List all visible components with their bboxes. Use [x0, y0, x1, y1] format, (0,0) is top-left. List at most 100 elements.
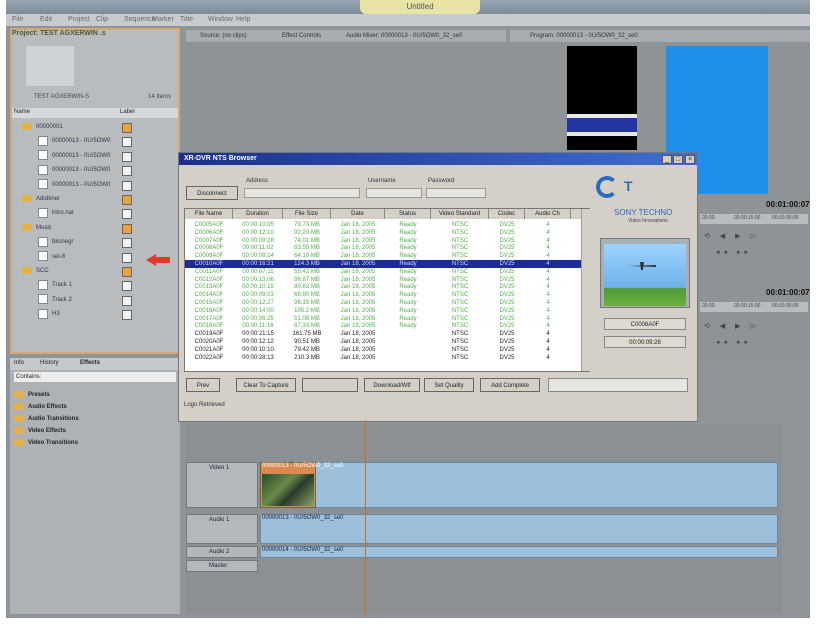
transport-controls[interactable]: ⟲ ◀ ▶ ▷ [704, 232, 760, 240]
project-item[interactable]: Music [12, 221, 178, 235]
effects-folder[interactable]: Presets [14, 390, 50, 401]
project-item[interactable]: 00000013 - 0U/5OW0 [12, 149, 178, 163]
address-field[interactable] [244, 188, 360, 198]
disconnect-button[interactable]: Disconnect [186, 186, 238, 200]
label-color-swatch[interactable] [122, 252, 132, 263]
label-color-swatch[interactable] [122, 223, 132, 234]
playhead[interactable] [365, 420, 366, 616]
prev-button[interactable]: Prev [186, 378, 220, 392]
maximize-button[interactable]: □ [673, 155, 683, 164]
column-label[interactable]: Label [120, 109, 135, 115]
project-item[interactable]: Track 2 [12, 293, 178, 307]
download-button[interactable]: Download/Wtf [364, 378, 420, 392]
set-quality-button[interactable]: Set Quality [424, 378, 474, 392]
tab-history[interactable]: History [40, 360, 59, 366]
track-head-video-1[interactable]: Video 1 [186, 462, 258, 508]
blank-button[interactable] [302, 378, 358, 392]
table-row[interactable]: C0005A0F 00:00:10:05 79.73 MB Jan 18, 2005 R… [185, 221, 581, 229]
track-head-master[interactable]: Master [186, 560, 258, 572]
label-color-swatch[interactable] [122, 137, 132, 148]
column-header[interactable]: Date [331, 209, 385, 219]
menu-item[interactable]: Project [68, 15, 90, 25]
tab-effects[interactable]: Effects [80, 360, 100, 366]
label-color-swatch[interactable] [122, 180, 132, 191]
column-header[interactable]: Status [385, 209, 431, 219]
effects-folder[interactable]: Audio Effects [14, 402, 67, 413]
table-scrollbar[interactable] [581, 209, 590, 371]
minimize-button[interactable]: _ [662, 155, 672, 164]
label-color-swatch[interactable] [122, 209, 132, 220]
effects-search-input[interactable]: Contains: [14, 372, 176, 382]
table-row[interactable]: C0006A0F 00:00:12:10 92.20 MB Jan 18, 2005 R… [185, 229, 581, 237]
menu-item[interactable]: Title [180, 15, 193, 25]
track-head-audio-1[interactable]: Audio 1 [186, 514, 258, 544]
project-item[interactable]: 00000001 [12, 120, 178, 134]
project-item[interactable]: Adobiner [12, 192, 178, 206]
project-item[interactable]: SCC [12, 264, 178, 278]
project-item[interactable]: bkcnegr [12, 235, 178, 249]
table-row[interactable]: C0021A0F 00:00:10:10 79.42 MB Jan 18, 2005 N… [185, 346, 581, 354]
table-row[interactable]: C0016A0F 00:00:14:00 105.2 MB Jan 18, 2005 R… [185, 307, 581, 315]
label-color-swatch[interactable] [122, 166, 132, 177]
label-color-swatch[interactable] [122, 310, 132, 321]
project-item[interactable]: 00000013 - 0U/5OW0 [12, 134, 178, 148]
menu-item[interactable]: Window [208, 15, 233, 25]
effects-folder[interactable]: Video Transitions [14, 438, 78, 449]
menu-item[interactable]: Edit [40, 15, 52, 25]
status-input[interactable] [548, 378, 688, 392]
column-header[interactable]: Codec [489, 209, 525, 219]
edit-controls-2[interactable]: ◂◂ ▸▸ [716, 338, 752, 346]
tab-effect-controls[interactable]: Effect Controls [282, 30, 321, 42]
edit-controls[interactable]: ◂◂ ▸▸ [716, 248, 752, 256]
effects-folder[interactable]: Audio Transitions [14, 414, 79, 425]
label-color-swatch[interactable] [122, 281, 132, 292]
table-row[interactable]: C0022A0F 00:00:28:13 210.3 MB Jan 18, 2005 N… [185, 354, 581, 362]
table-row[interactable]: C0012A0F 00:00:13:06 98.87 MB Jan 18, 2005 R… [185, 276, 581, 284]
table-row[interactable]: C0010A0F 00:00:16:21 124.3 MB Jan 18, 2005 R… [185, 260, 581, 268]
project-item[interactable]: H3 [12, 307, 178, 321]
close-button[interactable]: × [685, 155, 695, 164]
label-color-swatch[interactable] [122, 195, 132, 205]
menu-item[interactable]: Marker [152, 15, 174, 25]
table-row[interactable]: C0019A0F 00:00:21:15 161.75 MB Jan 18, 2005… [185, 330, 581, 338]
table-row[interactable]: C0008A0F 00:00:11:02 83.55 MB Jan 18, 2005 R… [185, 244, 581, 252]
project-item[interactable]: Track 1 [12, 278, 178, 292]
column-name[interactable]: Name [14, 109, 30, 115]
table-row[interactable]: C0013A0F 00:00:10:19 80.62 MB Jan 18, 2005 R… [185, 283, 581, 291]
menu-item[interactable]: Sequence [124, 15, 156, 25]
label-color-swatch[interactable] [122, 267, 132, 277]
table-row[interactable]: C0011A0F 00:00:07:11 55.42 MB Jan 18, 2005 R… [185, 268, 581, 276]
track-head-audio-2[interactable]: Audio 2 [186, 546, 258, 558]
column-header[interactable]: File Size [283, 209, 331, 219]
table-row[interactable]: C0015A0F 00:00:12:27 96.15 MB Jan 18, 2005 R… [185, 299, 581, 307]
program-ruler[interactable]: 00:00 00:00:15:00 00:00:30:00 [700, 214, 808, 224]
add-complete-button[interactable]: Add Complete [480, 378, 540, 392]
project-item[interactable]: 00000013 - 0U/5OW0 [12, 178, 178, 192]
password-field[interactable] [426, 188, 486, 198]
tab-info[interactable]: Info [14, 360, 24, 366]
table-row[interactable]: C0014A0F 00:00:09:03 68.90 MB Jan 18, 2005 R… [185, 291, 581, 299]
column-header[interactable]: File Name [185, 209, 233, 219]
menu-item[interactable]: Help [236, 15, 250, 25]
clear-to-capture-button[interactable]: Clear To Capture [236, 378, 296, 392]
column-header[interactable]: Video Standard [431, 209, 489, 219]
menu-item[interactable]: File [12, 15, 23, 25]
effects-folder[interactable]: Video Effects [14, 426, 66, 437]
table-row[interactable]: C0020A0F 00:00:12:12 90.51 MB Jan 18, 2005 N… [185, 338, 581, 346]
table-row[interactable]: C0018A0F 00:00:11:16 87.33 MB Jan 18, 2005 R… [185, 322, 581, 330]
project-tab[interactable]: Project: TEST AGXERWIN .s [12, 30, 132, 40]
username-field[interactable] [366, 188, 422, 198]
table-row[interactable]: C0017A0F 00:00:06:25 51.08 MB Jan 18, 2005 R… [185, 315, 581, 323]
table-row[interactable]: C0009A0F 00:00:08:14 64.10 MB Jan 18, 2005 R… [185, 252, 581, 260]
project-item[interactable]: intro.nar [12, 206, 178, 220]
tab-source[interactable]: Source: (no clips) [200, 30, 247, 42]
project-item[interactable]: 00000013 - 0U/5OW0 [12, 163, 178, 177]
label-color-swatch[interactable] [122, 151, 132, 162]
menu-item[interactable]: Clip [96, 15, 108, 25]
label-color-swatch[interactable] [122, 123, 132, 133]
label-color-swatch[interactable] [122, 295, 132, 306]
program-ruler-2[interactable]: 00:00 00:00:15:00 00:00:30:00 [700, 302, 808, 312]
column-header[interactable]: Audio Ch [525, 209, 571, 219]
column-header[interactable]: Duration [233, 209, 283, 219]
table-row[interactable]: C0007A0F 00:00:09:28 74.01 MB Jan 18, 2005 R… [185, 237, 581, 245]
